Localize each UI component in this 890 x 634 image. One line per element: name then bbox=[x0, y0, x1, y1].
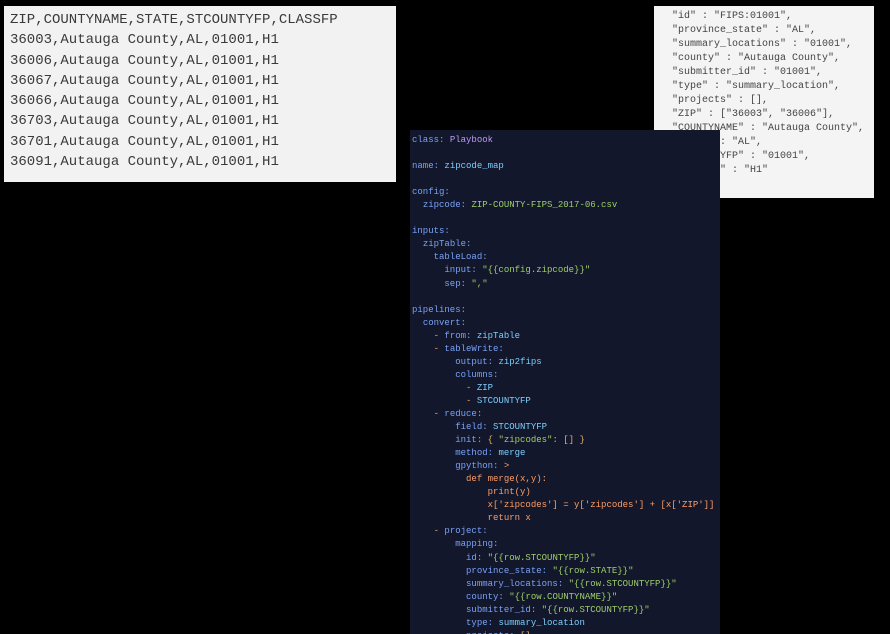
yaml-config-zipcode: ZIP-COUNTY-FIPS_2017-06.csv bbox=[471, 200, 617, 210]
yaml-input: {{config.zipcode}} bbox=[488, 265, 585, 275]
yaml-method: merge bbox=[498, 448, 525, 458]
yaml-class: Playbook bbox=[450, 135, 493, 145]
yaml-map-id: {{row.STCOUNTYFP}} bbox=[493, 553, 590, 563]
json-stcountyfp: 01001 bbox=[768, 151, 798, 162]
yaml-gpython-2: x['zipcodes'] = y['zipcodes'] + [x['ZIP'… bbox=[466, 500, 714, 510]
yaml-gpython-0: def merge(x,y): bbox=[466, 474, 547, 484]
yaml-map-type: summary_location bbox=[498, 618, 584, 628]
yaml-map-province: {{row.STATE}} bbox=[558, 566, 628, 576]
yaml-from: zipTable bbox=[477, 331, 520, 341]
json-id: FIPS:01001 bbox=[720, 11, 780, 22]
yaml-gpython-3: return x bbox=[466, 513, 531, 523]
yaml-col-0: ZIP bbox=[477, 383, 493, 393]
yaml-col-1: STCOUNTYFP bbox=[477, 396, 531, 406]
json-county: Autauga County bbox=[744, 53, 828, 64]
json-classfp: H1 bbox=[750, 165, 762, 176]
json-state: AL bbox=[738, 137, 750, 148]
yaml-name: zipcode_map bbox=[444, 161, 503, 171]
yaml-gpython-1: print(y) bbox=[466, 487, 531, 497]
json-countyname: Autauga County bbox=[768, 123, 852, 134]
json-province: AL bbox=[792, 25, 804, 36]
json-zip-0: 36003 bbox=[732, 109, 762, 120]
yaml-map-county: {{row.COUNTYNAME}} bbox=[515, 592, 612, 602]
yaml-output: zip2fips bbox=[498, 357, 541, 367]
csv-panel: ZIP,COUNTYNAME,STATE,STCOUNTYFP,CLASSFP … bbox=[4, 6, 396, 182]
json-summary-locations: 01001 bbox=[810, 39, 840, 50]
json-zip-1: 36006 bbox=[786, 109, 816, 120]
json-submitter: 01001 bbox=[780, 67, 810, 78]
yaml-reduce-field: STCOUNTYFP bbox=[493, 422, 547, 432]
yaml-code-panel: class: Playbook name: zipcode_map config… bbox=[410, 130, 720, 634]
yaml-map-submitter: {{row.STCOUNTYFP}} bbox=[547, 605, 644, 615]
yaml-sep: , bbox=[477, 279, 482, 289]
json-type: summary_location bbox=[732, 81, 828, 92]
yaml-map-summary: {{row.STCOUNTYFP}} bbox=[574, 579, 671, 589]
